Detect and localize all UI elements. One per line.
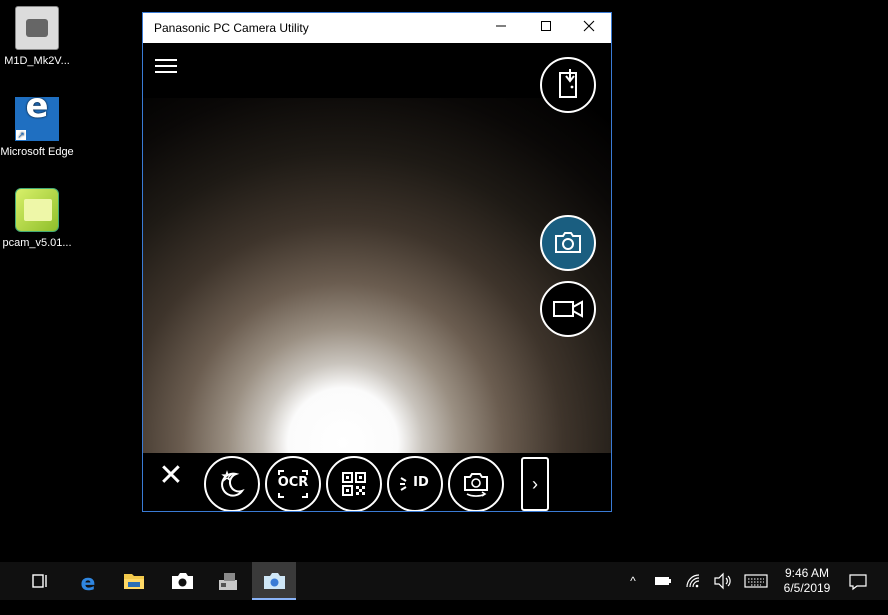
close-icon xyxy=(583,20,595,32)
video-camera-icon xyxy=(553,300,583,318)
desktop-icon-label: pcam_v5.01... xyxy=(2,237,72,249)
tray-battery[interactable] xyxy=(652,562,674,600)
camera-icon xyxy=(264,573,285,589)
chevron-up-icon: ^ xyxy=(630,574,636,588)
camera-utility-window: Panasonic PC Camera Utility ✕ OCR ID › xyxy=(142,12,612,512)
taskbar-camera[interactable] xyxy=(160,562,204,600)
battery-icon xyxy=(655,577,671,585)
night-mode-button[interactable] xyxy=(204,456,260,511)
close-tools-button[interactable]: ✕ xyxy=(155,461,187,493)
clock-date: 6/5/2019 xyxy=(783,581,831,595)
desktop-icon-label: Microsoft Edge xyxy=(0,146,74,158)
tray-network[interactable] xyxy=(682,562,704,600)
id-label: ID xyxy=(413,475,429,490)
camera-icon xyxy=(172,573,193,589)
taskbar-clock[interactable]: 9:46 AM 6/5/2019 xyxy=(776,566,838,596)
taskbar-app[interactable] xyxy=(206,562,250,600)
wifi-icon xyxy=(686,574,700,588)
tools-bar: ✕ OCR ID › xyxy=(143,453,611,511)
exit-button[interactable] xyxy=(540,57,596,113)
camera-viewer: ✕ OCR ID › xyxy=(143,43,611,511)
minimize-button[interactable] xyxy=(479,13,523,43)
taskbar-pc-camera-utility[interactable] xyxy=(252,562,296,600)
chevron-right-icon: › xyxy=(532,474,538,494)
minimize-icon xyxy=(496,25,506,27)
close-window-button[interactable] xyxy=(567,13,611,43)
qr-code-icon xyxy=(342,472,366,496)
desktop-icon-edge[interactable]: e ↗ Microsoft Edge xyxy=(0,89,74,159)
exit-door-icon xyxy=(559,69,577,98)
desktop-icon-label: M1D_Mk2V... xyxy=(4,55,70,67)
camera-switch-icon xyxy=(464,473,488,497)
stamp-icon xyxy=(219,573,237,590)
svg-text:e: e xyxy=(81,571,96,596)
taskbar-file-explorer[interactable] xyxy=(112,562,156,600)
notification-icon xyxy=(849,574,867,591)
moon-stars-icon xyxy=(221,470,245,497)
edge-icon: e ↗ xyxy=(15,89,59,141)
clock-time: 9:46 AM xyxy=(784,566,830,580)
speaker-icon xyxy=(714,572,731,590)
ocr-button[interactable]: OCR xyxy=(265,456,321,511)
next-tools-button[interactable]: › xyxy=(521,457,549,511)
desktop: M1D_Mk2V... e ↗ Microsoft Edge pcam_v5.01… xyxy=(0,0,888,562)
keyboard-icon xyxy=(744,574,768,588)
folder-icon xyxy=(15,188,59,232)
tray-volume[interactable] xyxy=(712,562,734,600)
photo-mode-button[interactable] xyxy=(540,215,596,271)
hamburger-menu-icon[interactable] xyxy=(155,59,177,75)
video-mode-button[interactable] xyxy=(540,281,596,337)
edge-icon: e xyxy=(81,571,96,596)
ocr-label: OCR xyxy=(277,475,309,490)
task-view-icon xyxy=(32,574,47,588)
taskbar: e ^ 9:46 AM 6/5/2019 xyxy=(0,562,888,600)
close-icon: ✕ xyxy=(158,458,184,493)
maximize-button[interactable] xyxy=(524,13,568,43)
taskbar-task-view[interactable] xyxy=(18,562,62,600)
camera-icon xyxy=(555,232,581,253)
tray-chevron-up-icon[interactable]: ^ xyxy=(624,562,642,600)
taskbar-edge[interactable]: e xyxy=(66,562,110,600)
camera-preview xyxy=(143,98,611,455)
tray-action-center[interactable] xyxy=(846,562,870,600)
folder-icon xyxy=(124,574,144,589)
qr-code-button[interactable] xyxy=(326,456,382,511)
title-bar[interactable]: Panasonic PC Camera Utility xyxy=(143,13,611,43)
maximize-icon xyxy=(541,21,551,31)
camera-app-icon xyxy=(15,6,59,50)
desktop-icon-m1d[interactable]: M1D_Mk2V... xyxy=(0,6,74,68)
tray-touch-keyboard[interactable] xyxy=(742,562,770,600)
switch-camera-button[interactable] xyxy=(448,456,504,511)
window-title: Panasonic PC Camera Utility xyxy=(154,21,309,35)
id-scan-button[interactable]: ID xyxy=(387,456,443,511)
desktop-icon-pcam[interactable]: pcam_v5.01... xyxy=(0,188,74,250)
